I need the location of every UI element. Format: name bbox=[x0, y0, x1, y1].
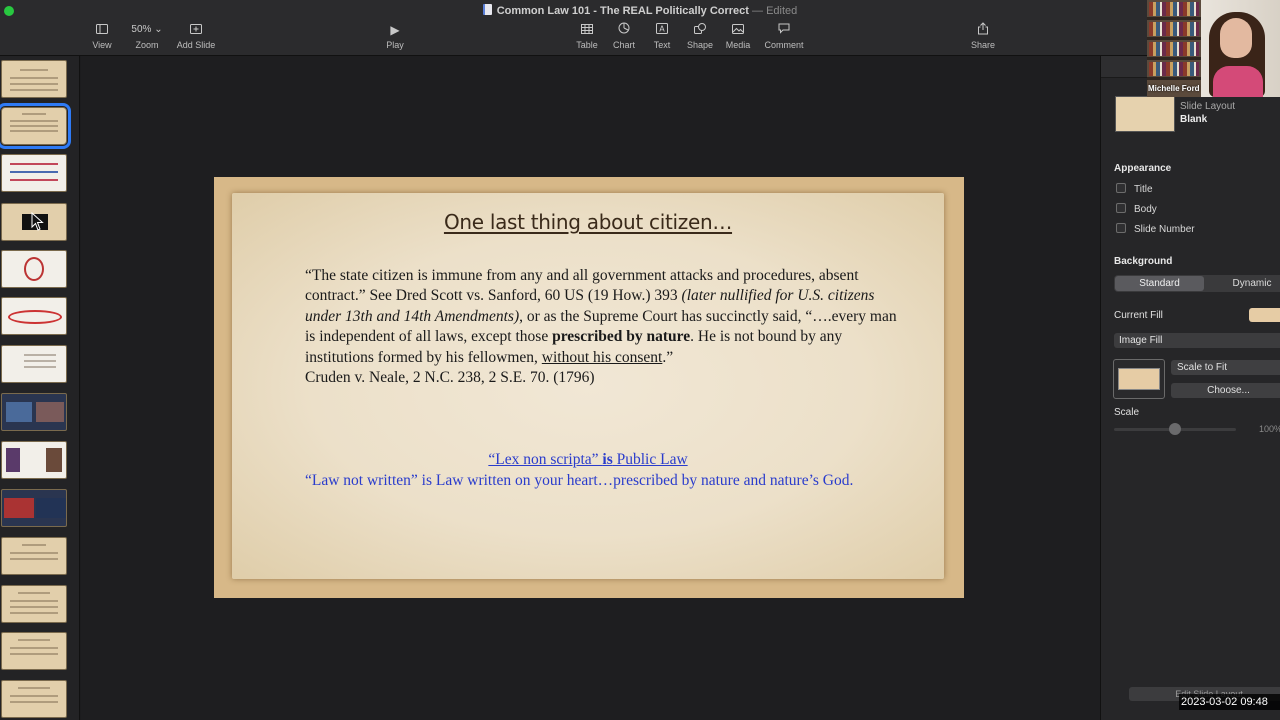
slide-title[interactable]: One last thing about citizen… bbox=[232, 210, 944, 234]
scale-mode-select[interactable]: Scale to Fit bbox=[1171, 360, 1280, 375]
segment-standard[interactable]: Standard bbox=[1115, 276, 1204, 291]
scale-value[interactable]: 100% bbox=[1259, 424, 1280, 434]
zoom-value: 50% ⌄ bbox=[131, 24, 163, 35]
play-icon: ▶ bbox=[390, 23, 400, 37]
table-button[interactable]: Table bbox=[573, 22, 601, 50]
slide-thumbnail[interactable] bbox=[1, 489, 67, 527]
window-title: Common Law 101 - The REAL Politically Co… bbox=[0, 4, 1280, 17]
recording-timestamp: 2023-03-02 09:48 bbox=[1179, 694, 1280, 710]
participant-name: Michelle Ford bbox=[1148, 84, 1200, 93]
table-icon bbox=[573, 22, 601, 38]
law-not-written-text[interactable]: “Law not written” is Law written on your… bbox=[305, 471, 905, 491]
share-icon bbox=[968, 22, 998, 38]
slide-thumbnail[interactable] bbox=[1, 297, 67, 335]
checkbox[interactable] bbox=[1116, 223, 1126, 233]
play-button[interactable]: ▶ Play bbox=[381, 22, 409, 50]
slide-thumbnail[interactable] bbox=[1, 680, 67, 718]
slide-body-text[interactable]: “The state citizen is immune from any an… bbox=[305, 266, 905, 388]
appearance-heading: Appearance bbox=[1114, 163, 1172, 174]
chevron-down-icon: ⌄ bbox=[154, 24, 163, 35]
checkbox[interactable] bbox=[1116, 183, 1126, 193]
shape-icon bbox=[684, 22, 716, 38]
text-box-icon: A bbox=[648, 22, 676, 38]
view-button[interactable]: View bbox=[88, 22, 116, 50]
bookshelf bbox=[1149, 2, 1199, 16]
sidebar-icon bbox=[88, 22, 116, 38]
webcam-overlay: Michelle Ford bbox=[1147, 0, 1280, 97]
slide-thumbnail-selected[interactable] bbox=[0, 103, 71, 149]
slide-thumbnail[interactable] bbox=[1, 60, 67, 98]
chart-button[interactable]: Chart bbox=[610, 22, 638, 50]
media-button[interactable]: Media bbox=[722, 22, 754, 50]
background-type-segmented-control: Standard Dynamic bbox=[1114, 275, 1280, 292]
current-fill-label: Current Fill bbox=[1114, 310, 1163, 321]
fill-type-select[interactable]: Image Fill bbox=[1114, 333, 1280, 348]
lex-non-scripta-link[interactable]: “Lex non scripta” is Public Law bbox=[232, 451, 944, 469]
image-fill-well[interactable] bbox=[1113, 359, 1165, 399]
slide-thumbnail[interactable] bbox=[1, 585, 67, 623]
comment-button[interactable]: Comment bbox=[762, 22, 806, 50]
slide-number-checkbox[interactable]: Slide Number bbox=[1116, 223, 1195, 235]
slide[interactable]: One last thing about citizen… “The state… bbox=[214, 177, 964, 598]
fill-image-preview bbox=[1118, 368, 1160, 390]
add-slide-icon bbox=[175, 22, 217, 38]
slide-layout-value[interactable]: Blank bbox=[1180, 114, 1207, 125]
slide-thumbnail[interactable] bbox=[1, 393, 67, 431]
zoom-button[interactable]: 50% ⌄ Zoom bbox=[128, 22, 166, 50]
citation: Cruden v. Neale, 2 N.C. 238, 2 S.E. 70. … bbox=[305, 369, 595, 387]
current-fill-swatch[interactable] bbox=[1249, 308, 1280, 322]
checkbox[interactable] bbox=[1116, 203, 1126, 213]
slide-thumbnail[interactable] bbox=[1, 632, 67, 670]
segment-dynamic[interactable]: Dynamic bbox=[1212, 276, 1280, 291]
toolbar: Common Law 101 - The REAL Politically Co… bbox=[0, 0, 1280, 56]
format-inspector: Slide Layout Blank Appearance Title Body… bbox=[1100, 56, 1280, 720]
choose-image-button[interactable]: Choose... bbox=[1171, 383, 1280, 398]
background-heading: Background bbox=[1114, 256, 1173, 267]
share-button[interactable]: Share bbox=[968, 22, 998, 50]
slide-thumbnail[interactable] bbox=[1, 250, 67, 288]
scale-label: Scale bbox=[1114, 407, 1140, 418]
comment-icon bbox=[762, 22, 806, 38]
photo-icon bbox=[722, 22, 754, 38]
svg-text:A: A bbox=[659, 25, 665, 34]
mouse-pointer-icon bbox=[31, 212, 44, 231]
slide-thumbnail[interactable] bbox=[1, 154, 67, 192]
slide-thumbnail[interactable] bbox=[1, 345, 67, 383]
chart-icon bbox=[610, 22, 638, 38]
text-button[interactable]: A Text bbox=[648, 22, 676, 50]
edited-status: — Edited bbox=[748, 5, 798, 17]
slide-layout-thumbnail[interactable] bbox=[1115, 96, 1175, 132]
slide-navigator[interactable] bbox=[0, 56, 80, 720]
title-checkbox[interactable]: Title bbox=[1116, 183, 1153, 195]
slide-thumbnail[interactable] bbox=[1, 441, 67, 479]
add-slide-button[interactable]: Add Slide bbox=[175, 22, 217, 50]
shape-button[interactable]: Shape bbox=[684, 22, 716, 50]
document-icon bbox=[482, 4, 492, 15]
slide-thumbnail[interactable] bbox=[1, 537, 67, 575]
parchment-background: One last thing about citizen… “The state… bbox=[232, 193, 944, 579]
slide-canvas[interactable]: One last thing about citizen… “The state… bbox=[81, 56, 1100, 720]
body-checkbox[interactable]: Body bbox=[1116, 203, 1157, 215]
scale-slider-handle[interactable] bbox=[1169, 423, 1181, 435]
keynote-window: Common Law 101 - The REAL Politically Co… bbox=[0, 0, 1280, 720]
slide-layout-label: Slide Layout bbox=[1180, 101, 1236, 112]
